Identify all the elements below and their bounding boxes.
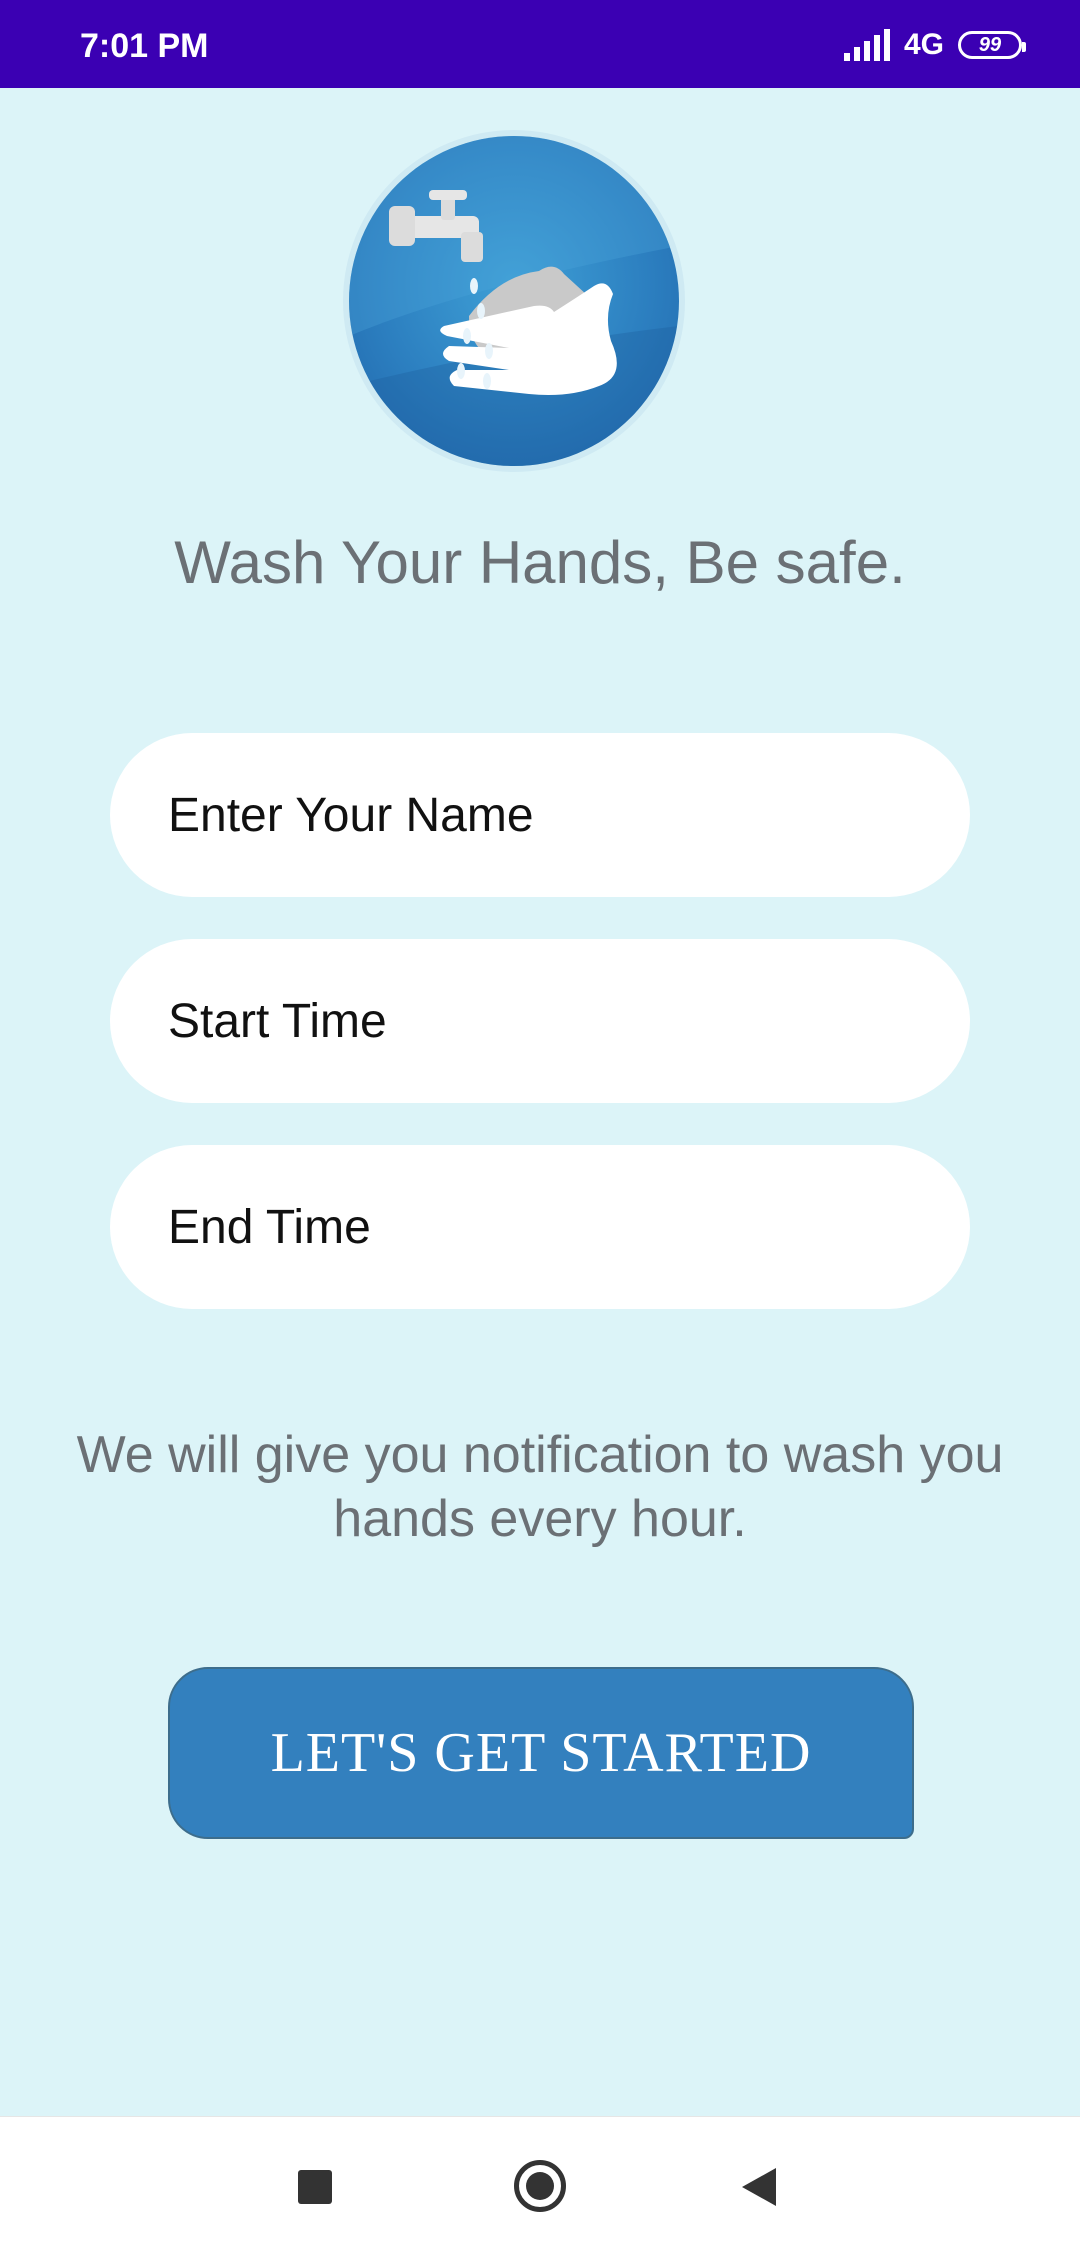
navigation-bar [0,2116,1080,2247]
network-type: 4G [903,28,944,61]
status-bar: 7:01 PM 4G 99 [0,0,1080,88]
status-time: 7:01 PM [80,27,209,65]
tagline: Wash Your Hands, Be safe. [174,529,906,596]
square-icon[interactable] [298,2170,332,2204]
notification-notice: We will give you notification to wash yo… [76,1426,1004,1548]
start-time-input[interactable] [166,992,970,1050]
name-field[interactable] [110,733,970,897]
signal-icon [843,29,890,61]
name-input[interactable] [166,786,970,844]
circle-icon[interactable] [514,2160,566,2212]
start-time-field[interactable] [110,939,970,1103]
end-time-field[interactable] [110,1145,970,1309]
hand-washing-icon [349,136,679,466]
triangle-back-icon[interactable] [742,2168,776,2206]
status-icons: 4G 99 [843,24,1026,66]
end-time-input[interactable] [166,1198,970,1256]
battery-icon: 99 [958,31,1026,59]
battery-level: 99 [978,33,1002,56]
main-content: Wash Your Hands, Be safe. We will give y… [0,88,1080,2116]
get-started-button[interactable]: LET'S GET STARTED [168,1667,914,1839]
